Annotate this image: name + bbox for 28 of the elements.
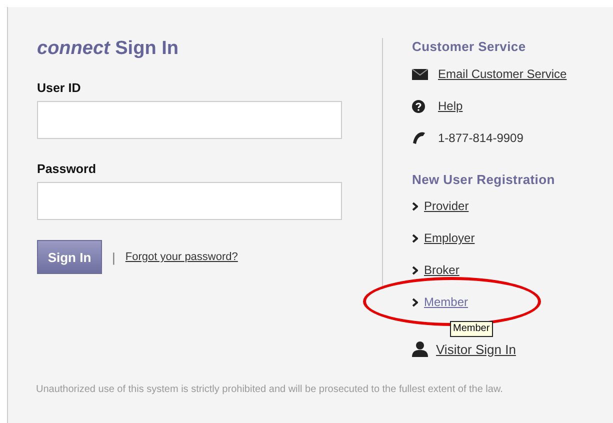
section-heading: Customer Service bbox=[412, 39, 527, 55]
page-title: connect Sign In bbox=[37, 37, 180, 61]
registration-link[interactable]: Broker bbox=[424, 263, 460, 277]
input-field[interactable] bbox=[37, 182, 342, 220]
phone-icon bbox=[412, 131, 426, 145]
phone-number: 1-877-814-9909 bbox=[438, 131, 524, 145]
tooltip: Member bbox=[450, 321, 493, 337]
field-label: User ID bbox=[37, 81, 82, 95]
field-label: Password bbox=[37, 162, 98, 176]
visitor-sign-in-link[interactable]: Visitor Sign In bbox=[436, 342, 516, 356]
registration-link[interactable]: Provider bbox=[424, 199, 469, 213]
disclaimer: Unauthorized use of this system is strictly prohibited and will be prosecuted to the fullest extent of the law. bbox=[36, 384, 504, 395]
chevron-icon bbox=[412, 202, 418, 210]
help-icon bbox=[412, 100, 425, 112]
person-icon bbox=[412, 341, 428, 357]
separator: | bbox=[112, 250, 116, 264]
chevron-icon bbox=[412, 234, 418, 242]
chevron-icon bbox=[412, 298, 418, 306]
section-heading: New User Registration bbox=[412, 172, 556, 188]
chevron-icon bbox=[412, 266, 418, 274]
sign-in-button[interactable]: Sign In bbox=[37, 240, 102, 274]
email-link[interactable]: Email Customer Service bbox=[438, 67, 567, 81]
input-field[interactable] bbox=[37, 101, 342, 139]
registration-link[interactable]: Member bbox=[424, 295, 468, 309]
help-link[interactable]: Help bbox=[438, 99, 463, 113]
forgot-password-link[interactable]: Forgot your password? bbox=[125, 251, 238, 263]
registration-link[interactable]: Employer bbox=[424, 231, 475, 245]
envelope-icon bbox=[412, 68, 428, 80]
